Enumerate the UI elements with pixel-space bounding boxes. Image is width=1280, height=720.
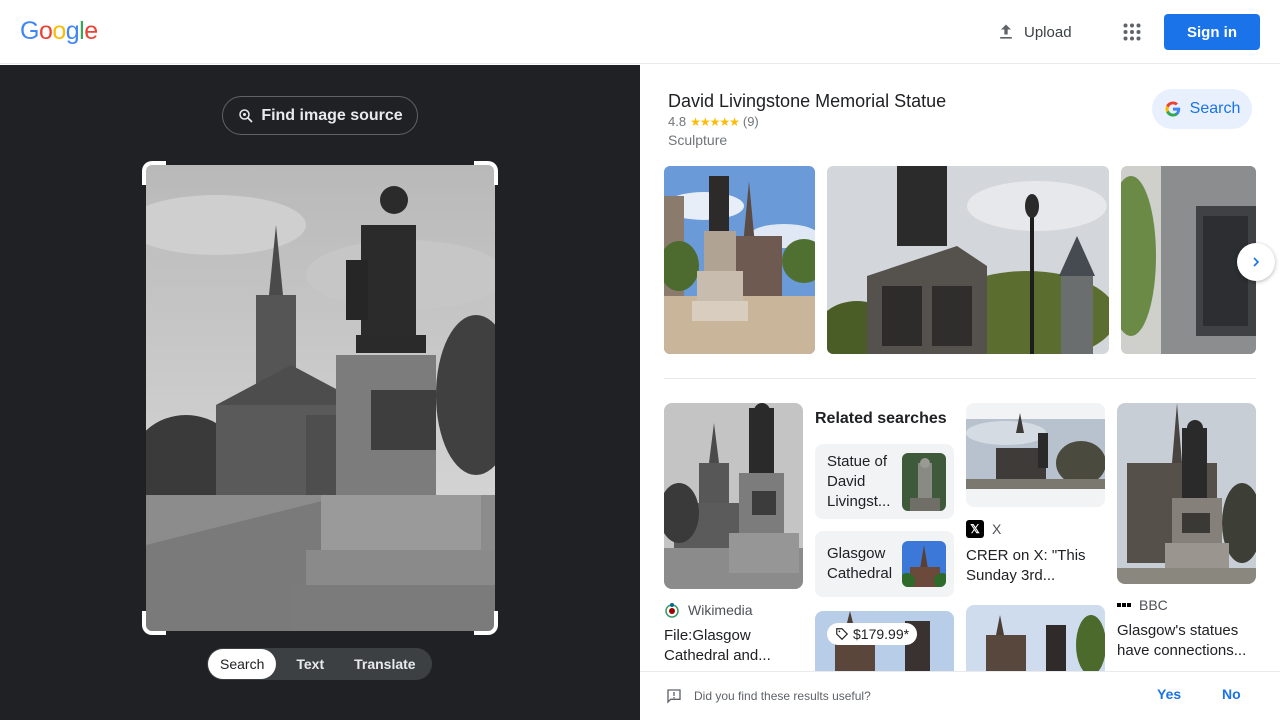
result-title[interactable]: CRER on X: "This Sunday 3rd... <box>966 546 1105 586</box>
sign-in-button[interactable]: Sign in <box>1164 14 1260 50</box>
apps-button[interactable] <box>1116 16 1148 48</box>
review-count: (9) <box>742 114 759 129</box>
logo-letter: g <box>65 17 80 45</box>
entity-type: Sculpture <box>668 132 728 148</box>
crop-handle-bottom-right[interactable] <box>474 611 498 635</box>
knowledge-search-button[interactable]: Search <box>1152 89 1252 129</box>
related-search-thumbnail <box>902 452 946 511</box>
upload-button[interactable]: Upload <box>988 16 1080 48</box>
knowledge-title[interactable]: David Livingstone Memorial Statue <box>668 91 946 112</box>
result-card[interactable]: 𝕏 X CRER on X: "This Sunday 3rd... <box>966 403 1105 586</box>
result-source-label: X <box>992 521 1002 537</box>
upload-label: Upload <box>1024 23 1072 41</box>
result-source: Wikimedia <box>664 602 803 618</box>
related-searches-heading: Related searches <box>815 410 947 427</box>
result-image[interactable] <box>664 403 803 589</box>
related-search-label: Statue of David Livingst... <box>827 452 891 510</box>
logo-letter: o <box>38 17 53 45</box>
bbc-logo-icon <box>1117 603 1131 607</box>
crop-handle-top-right[interactable] <box>474 161 498 185</box>
tab-search[interactable]: Search <box>208 649 277 679</box>
tab-translate[interactable]: Translate <box>342 649 427 679</box>
rating-value: 4.8 <box>668 114 687 129</box>
feedback-question: Did you find these results useful? <box>694 689 871 703</box>
section-divider <box>664 378 1256 379</box>
feedback-no-button[interactable]: No <box>1222 686 1241 702</box>
results-panel: David Livingstone Memorial Statue 4.8 ★★… <box>640 65 1280 720</box>
result-image[interactable] <box>966 403 1105 507</box>
logo-letter: G <box>20 17 39 45</box>
wikimedia-icon <box>665 603 679 618</box>
result-card[interactable]: Wikimedia File:Glasgow Cathedral and... <box>664 403 803 666</box>
logo-letter: o <box>52 17 66 45</box>
tab-text[interactable]: Text <box>284 649 336 679</box>
google-g-icon <box>1165 101 1180 117</box>
chevron-right-icon <box>1253 257 1260 267</box>
feedback-yes-button[interactable]: Yes <box>1157 686 1181 702</box>
crop-handle-top-left[interactable] <box>142 161 166 185</box>
image-carousel <box>664 166 1256 354</box>
result-image[interactable] <box>1117 403 1256 584</box>
price-tag-icon <box>836 628 849 641</box>
result-source-label: Wikimedia <box>688 602 753 618</box>
result-source: BBC <box>1117 597 1256 613</box>
related-search-label: Glasgow Cathedral <box>827 545 893 582</box>
price-value: $179.99* <box>853 626 910 642</box>
result-card[interactable]: BBC Glasgow's statues have connections..… <box>1117 403 1256 661</box>
carousel-next-button[interactable] <box>1237 243 1275 281</box>
lens-search-icon <box>239 108 253 123</box>
feedback-bar: Did you find these results useful? Yes N… <box>640 671 1280 720</box>
feedback-icon <box>667 689 681 704</box>
related-search-item[interactable]: Statue of David Livingst... <box>815 444 954 519</box>
carousel-image[interactable] <box>827 166 1109 354</box>
knowledge-search-label: Search <box>1189 100 1241 117</box>
x-logo-icon: 𝕏 <box>966 520 984 538</box>
carousel-image[interactable] <box>664 166 815 354</box>
statue-photo <box>146 165 495 631</box>
find-image-source-button[interactable]: Find image source <box>222 96 418 135</box>
uploaded-image[interactable] <box>146 165 495 631</box>
rating-row: 4.8 ★★★★★ (9) <box>668 114 759 129</box>
result-title[interactable]: File:Glasgow Cathedral and... <box>664 626 803 666</box>
star-rating-icon: ★★★★★ <box>690 114 740 129</box>
logo-letter: e <box>84 17 98 45</box>
result-source: 𝕏 X <box>966 520 1105 538</box>
crop-handle-bottom-left[interactable] <box>142 611 166 635</box>
price-badge: $179.99* <box>827 623 918 645</box>
google-logo[interactable]: Google <box>20 17 98 46</box>
result-source-label: BBC <box>1139 597 1168 613</box>
lens-image-panel: Find image source Search Text Translate <box>0 65 640 720</box>
carousel-image[interactable] <box>1121 166 1256 354</box>
related-search-item[interactable]: Glasgow Cathedral <box>815 531 954 597</box>
top-bar: Google Upload Sign in <box>0 0 1280 64</box>
result-title[interactable]: Glasgow's statues have connections... <box>1117 621 1256 661</box>
lens-mode-tabs: Search Text Translate <box>207 648 432 680</box>
related-search-thumbnail <box>902 541 946 587</box>
upload-icon <box>1000 24 1012 39</box>
find-image-source-label: Find image source <box>261 106 403 124</box>
apps-grid-icon <box>1123 23 1141 41</box>
